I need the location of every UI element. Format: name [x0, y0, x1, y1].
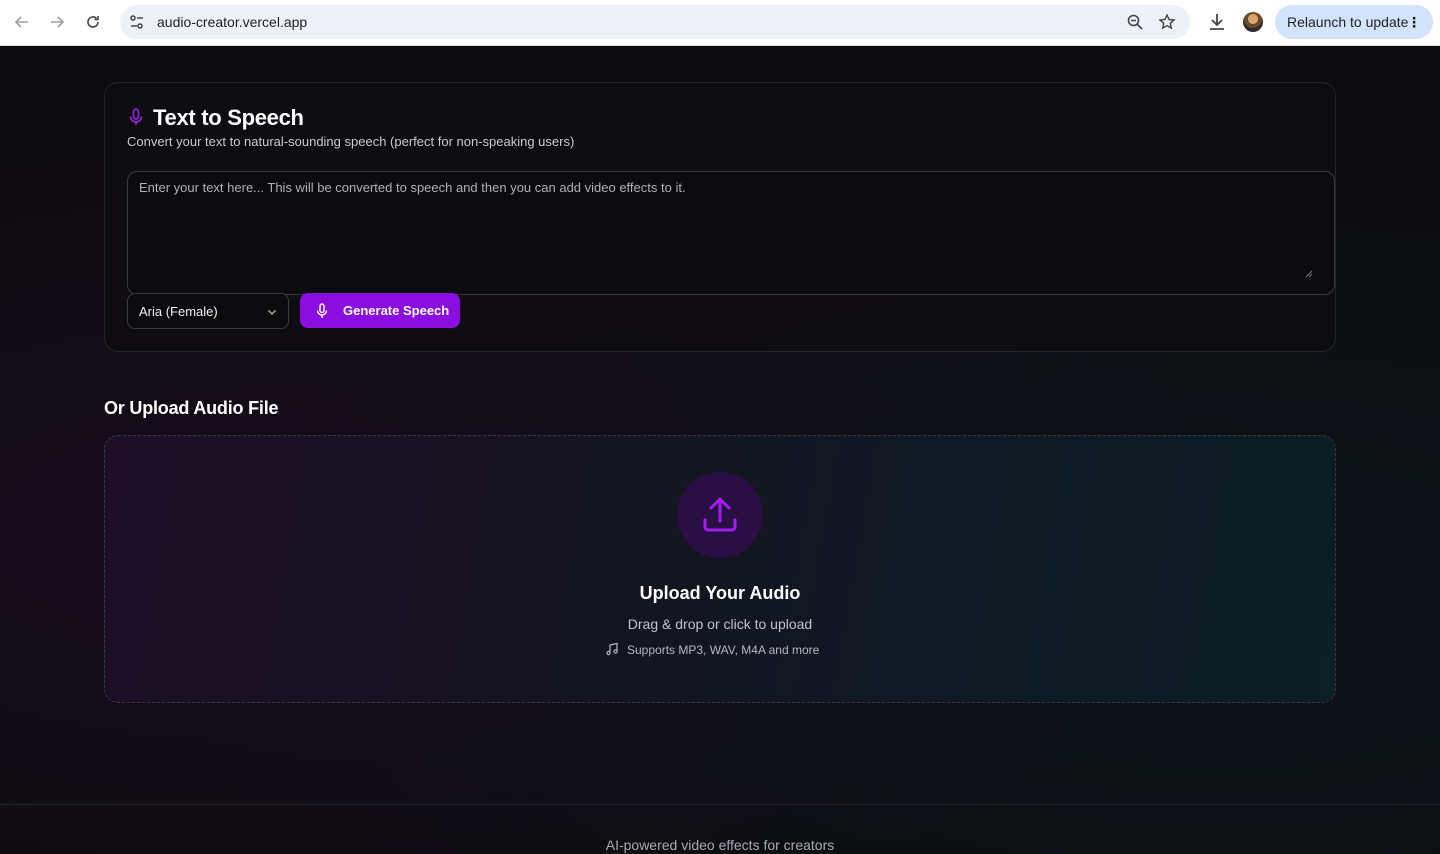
mic-icon [316, 303, 328, 318]
footer-divider [0, 804, 1440, 805]
forward-button[interactable] [44, 9, 70, 35]
footer-tagline: AI-powered video effects for creators [605, 837, 835, 853]
tts-card: Text to Speech Convert your text to natu… [104, 82, 1336, 352]
upload-heading: Or Upload Audio File [104, 398, 279, 418]
back-button[interactable] [9, 9, 35, 35]
tts-text-input[interactable] [127, 171, 1335, 295]
voice-select[interactable]: Aria (Female) [127, 293, 289, 329]
arrow-right-icon [51, 16, 65, 28]
upload-icon [703, 497, 737, 532]
url-text: audio-creator.vercel.app [157, 14, 308, 30]
relaunch-button[interactable]: Relaunch to update ⋮ [1275, 5, 1433, 39]
download-icon[interactable] [1206, 11, 1228, 33]
upload-formats: Supports MP3, WAV, M4A and more [605, 642, 835, 660]
upload-title: Upload Your Audio [639, 583, 801, 603]
tts-subtitle: Convert your text to natural-sounding sp… [127, 134, 575, 149]
generate-speech-button[interactable]: Generate Speech [300, 293, 460, 328]
audio-dropzone[interactable]: Upload Your Audio Drag & drop or click t… [104, 435, 1336, 703]
generate-speech-label: Generate Speech [343, 303, 450, 318]
reload-icon [87, 16, 99, 28]
upload-formats-text: Supports MP3, WAV, M4A and more [627, 643, 820, 657]
arrow-left-icon [14, 16, 28, 28]
page: Text to Speech Convert your text to natu… [0, 46, 1440, 854]
music-note-icon [606, 642, 618, 656]
upload-subtitle: Drag & drop or click to upload [627, 616, 813, 632]
site-settings-icon[interactable] [128, 13, 146, 31]
more-vert-icon[interactable]: ⋮ [1407, 14, 1421, 31]
browser-toolbar: audio-creator.vercel.app Relaunch to upd… [0, 0, 1440, 46]
zoom-icon[interactable] [1126, 13, 1144, 31]
tts-title: Text to Speech [153, 105, 304, 130]
upload-icon-circle [677, 472, 763, 558]
bookmark-star-icon[interactable] [1158, 13, 1176, 31]
relaunch-label: Relaunch to update [1287, 14, 1409, 30]
chevron-down-icon [267, 309, 277, 316]
reload-button[interactable] [80, 9, 106, 35]
resize-grip-icon[interactable] [1305, 270, 1313, 278]
address-bar[interactable]: audio-creator.vercel.app [120, 5, 1190, 39]
voice-select-value: Aria (Female) [139, 304, 218, 319]
mic-icon [129, 108, 143, 125]
profile-avatar[interactable] [1243, 12, 1263, 32]
